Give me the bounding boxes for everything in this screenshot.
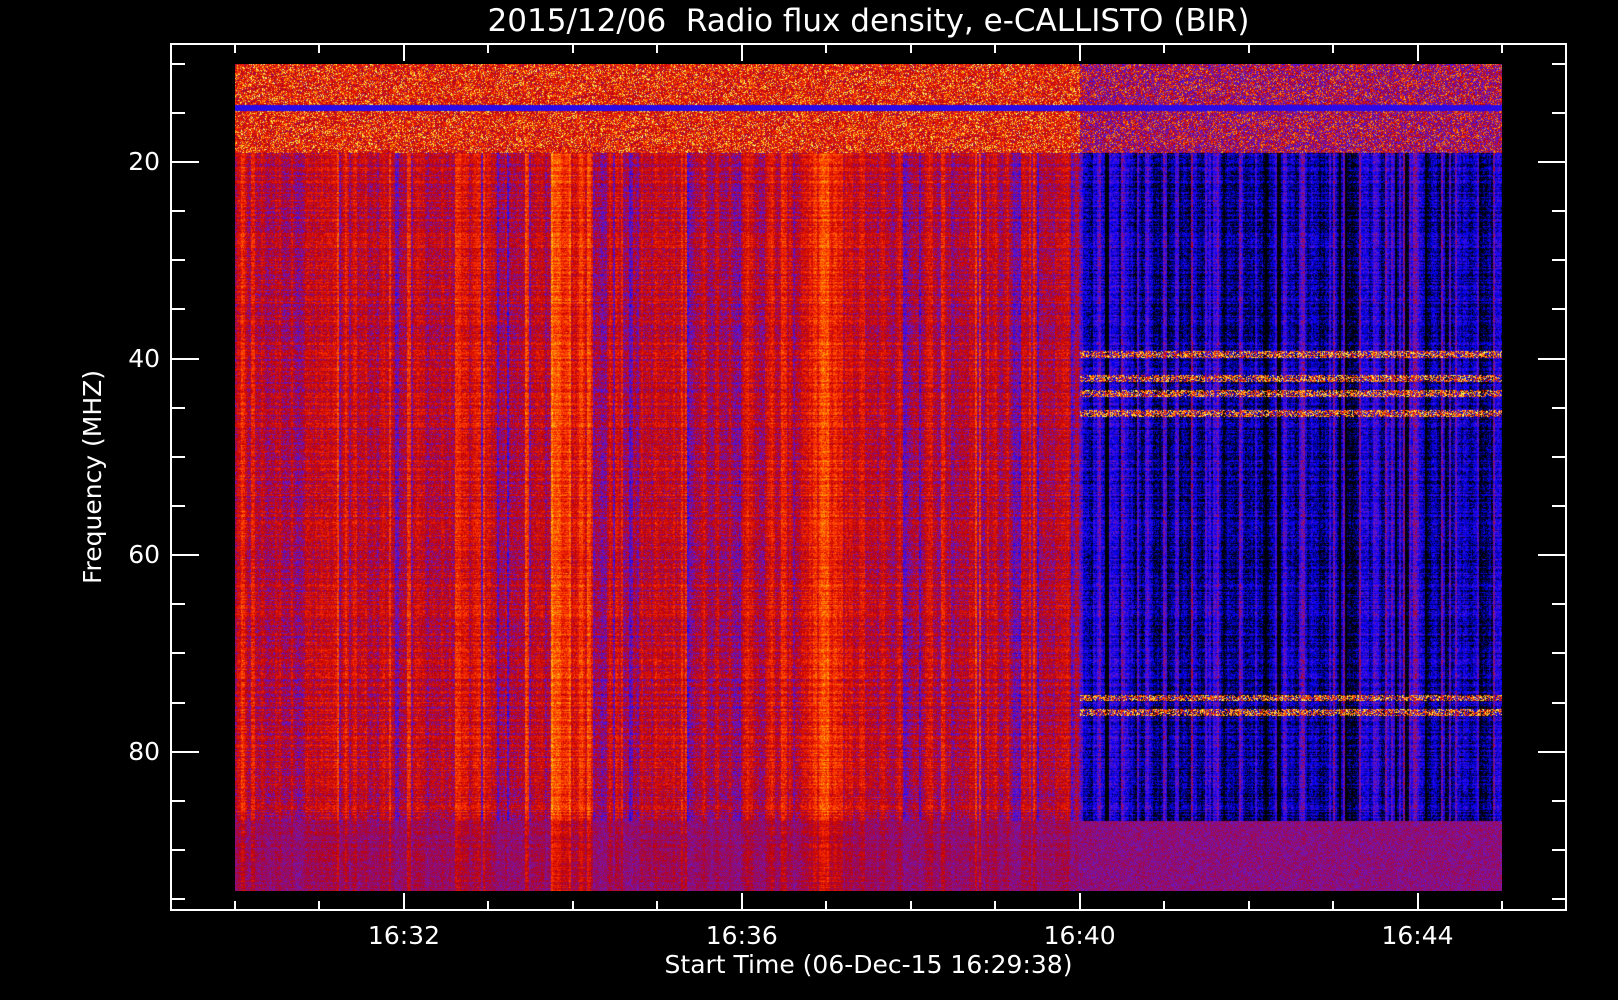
y-tick-right <box>1552 112 1567 114</box>
x-tick <box>1079 893 1081 911</box>
y-tick <box>170 800 185 802</box>
x-tick <box>487 901 489 911</box>
y-tick-right <box>1552 898 1567 900</box>
x-tick-top <box>1079 43 1081 61</box>
y-tick-right <box>1552 603 1567 605</box>
x-tick <box>572 901 574 911</box>
y-tick <box>170 63 185 65</box>
y-tick <box>170 358 199 360</box>
x-tick-top <box>910 43 912 53</box>
x-tick-top <box>403 43 405 61</box>
y-axis-label: Frequency (MHZ) <box>78 369 107 585</box>
x-tick-label: 16:32 <box>367 921 440 950</box>
x-tick-top <box>1501 43 1503 53</box>
y-tick <box>170 751 199 753</box>
x-tick-top <box>234 43 236 53</box>
y-tick <box>170 603 185 605</box>
y-tick-right <box>1552 505 1567 507</box>
x-tick <box>234 901 236 911</box>
y-tick <box>170 259 185 261</box>
x-tick-label: 16:40 <box>1043 921 1116 950</box>
x-tick-top <box>656 43 658 53</box>
y-tick-right <box>1552 652 1567 654</box>
x-tick-top <box>1248 43 1250 53</box>
x-tick-top <box>572 43 574 53</box>
y-tick-right <box>1552 308 1567 310</box>
x-tick <box>656 901 658 911</box>
y-tick <box>170 702 185 704</box>
y-tick-right <box>1552 63 1567 65</box>
x-tick-label: 16:36 <box>705 921 778 950</box>
y-tick-right <box>1538 751 1567 753</box>
y-tick <box>170 898 185 900</box>
y-tick-right <box>1552 800 1567 802</box>
x-tick-top <box>1332 43 1334 53</box>
x-tick-top <box>994 43 996 53</box>
chart-title: 2015/12/06 Radio flux density, e-CALLIST… <box>487 3 1250 39</box>
y-tick <box>170 505 185 507</box>
y-tick-right <box>1552 210 1567 212</box>
y-tick-right <box>1538 161 1567 163</box>
x-tick <box>825 901 827 911</box>
x-tick <box>403 893 405 911</box>
x-tick-top <box>1417 43 1419 61</box>
y-tick-right <box>1552 849 1567 851</box>
x-axis-label: Start Time (06-Dec-15 16:29:38) <box>664 950 1073 979</box>
x-tick <box>318 901 320 911</box>
y-tick-label: 20 <box>128 146 160 176</box>
y-tick-right <box>1552 407 1567 409</box>
y-tick-label: 60 <box>128 540 160 570</box>
y-tick-right <box>1538 358 1567 360</box>
y-tick-right <box>1552 259 1567 261</box>
x-tick <box>1417 893 1419 911</box>
x-tick <box>741 893 743 911</box>
y-tick-right <box>1552 456 1567 458</box>
y-tick-label: 40 <box>128 343 160 373</box>
x-tick-top <box>825 43 827 53</box>
x-tick-top <box>487 43 489 53</box>
x-tick-top <box>318 43 320 53</box>
y-tick <box>170 652 185 654</box>
y-tick-right <box>1538 554 1567 556</box>
x-tick <box>1248 901 1250 911</box>
x-tick <box>1332 901 1334 911</box>
x-tick <box>1163 901 1165 911</box>
x-tick <box>994 901 996 911</box>
spectrogram-heatmap <box>235 64 1502 891</box>
x-tick-label: 16:44 <box>1381 921 1454 950</box>
y-tick <box>170 554 199 556</box>
y-tick <box>170 308 185 310</box>
y-tick-right <box>1552 702 1567 704</box>
y-tick <box>170 161 199 163</box>
y-tick <box>170 210 185 212</box>
x-tick <box>1501 901 1503 911</box>
y-tick <box>170 112 185 114</box>
y-tick <box>170 456 185 458</box>
y-tick <box>170 407 185 409</box>
y-tick-label: 80 <box>128 736 160 766</box>
x-tick <box>910 901 912 911</box>
x-tick-top <box>741 43 743 61</box>
x-tick-top <box>1163 43 1165 53</box>
y-tick <box>170 849 185 851</box>
